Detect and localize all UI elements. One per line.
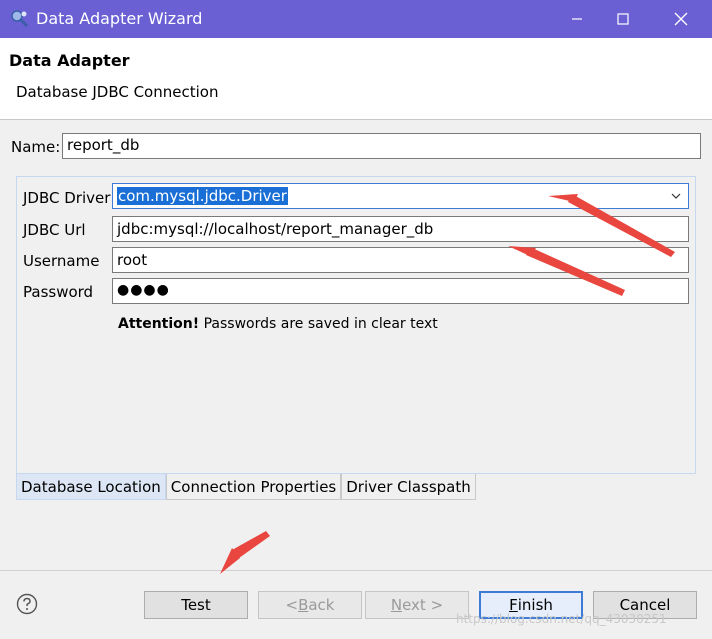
- username-label: Username: [23, 252, 100, 270]
- help-icon[interactable]: [16, 593, 38, 615]
- attention-text: Passwords are saved in clear text: [199, 316, 438, 332]
- next-mnemonic: N: [390, 596, 403, 614]
- arrow-test: [220, 531, 270, 574]
- username-input[interactable]: root: [112, 247, 689, 273]
- tab-connection-properties[interactable]: Connection Properties: [165, 474, 342, 500]
- next-button[interactable]: Next >: [365, 591, 469, 619]
- password-warning: Attention! Passwords are saved in clear …: [118, 316, 438, 332]
- test-button[interactable]: Test: [144, 591, 248, 619]
- maximize-button[interactable]: [600, 0, 646, 38]
- password-label: Password: [23, 283, 94, 301]
- jdbc-driver-combo[interactable]: com.mysql.jdbc.Driver: [112, 183, 689, 209]
- close-icon: [674, 12, 688, 26]
- window-title: Data Adapter Wizard: [36, 9, 203, 28]
- next-rest: ext >: [402, 596, 444, 614]
- back-mnemonic: B: [298, 596, 309, 614]
- app-icon: [11, 10, 29, 28]
- minimize-button[interactable]: [554, 0, 600, 38]
- minimize-icon: [572, 18, 582, 20]
- back-prefix: <: [285, 596, 299, 614]
- page-subtitle: Database JDBC Connection: [16, 83, 219, 101]
- footer-separator: [0, 570, 712, 571]
- attention-label: Attention!: [118, 316, 200, 332]
- password-input[interactable]: ●●●●: [112, 278, 689, 304]
- watermark: https://blog.csdn.net/qq_43030251: [456, 612, 667, 626]
- tab-database-location[interactable]: Database Location: [16, 474, 166, 500]
- jdbc-url-input[interactable]: jdbc:mysql://localhost/report_manager_db: [112, 216, 689, 242]
- name-label: Name:: [11, 138, 61, 156]
- page-title: Data Adapter: [9, 51, 130, 70]
- back-rest: ack: [308, 596, 335, 614]
- maximize-icon: [617, 13, 629, 25]
- back-button[interactable]: < Back: [258, 591, 362, 619]
- close-button[interactable]: [658, 0, 704, 38]
- wizard-header: Data Adapter Database JDBC Connection: [0, 38, 712, 120]
- tab-driver-classpath[interactable]: Driver Classpath: [341, 474, 476, 500]
- chevron-down-icon[interactable]: [670, 190, 682, 202]
- jdbc-url-label: JDBC Url: [23, 221, 86, 239]
- title-bar: Data Adapter Wizard: [0, 0, 712, 38]
- jdbc-driver-label: JDBC Driver: [23, 189, 111, 207]
- name-input[interactable]: report_db: [62, 133, 701, 159]
- jdbc-driver-value: com.mysql.jdbc.Driver: [117, 187, 288, 205]
- tab-bar: Database Location Connection Properties …: [16, 474, 476, 500]
